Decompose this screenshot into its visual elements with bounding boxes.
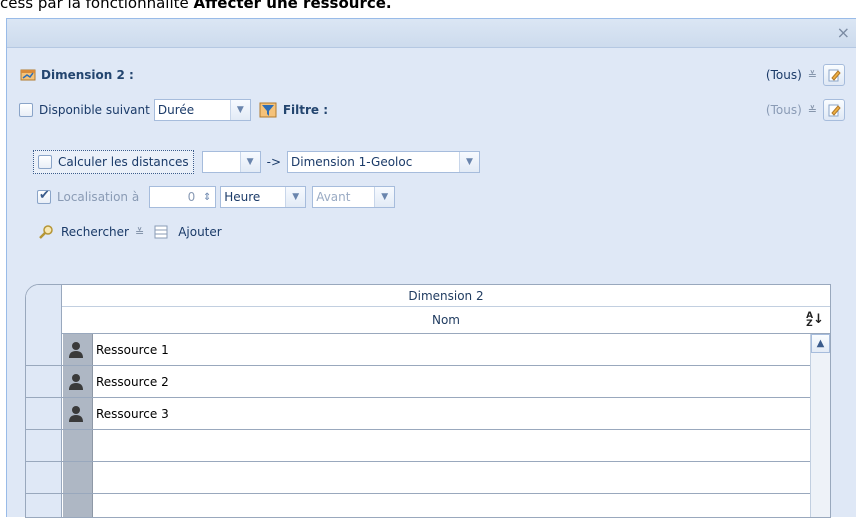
table-row[interactable]: Ressource 2 — [26, 366, 830, 398]
title-bar: × — [7, 19, 856, 48]
actions-row: Rechercher ≚ Ajouter — [37, 220, 222, 244]
spinner-icon[interactable]: ⇕ — [199, 192, 215, 203]
table-row[interactable]: Ressource 3 — [26, 398, 830, 430]
table-row-empty — [26, 462, 830, 494]
dimension-expand-icon[interactable]: ≚ — [808, 69, 817, 82]
dimension-label: Dimension 2 : — [41, 68, 134, 82]
edit-icon — [828, 69, 841, 82]
localisation-when: Avant — [316, 190, 351, 204]
localisation-unit-combo[interactable]: Heure ▼ — [220, 186, 307, 208]
dimension-edit-button[interactable] — [823, 64, 845, 86]
sort-icon[interactable]: A Z↓ — [806, 312, 824, 329]
dispo-combo-value: Durée — [157, 103, 195, 117]
column-header-nom[interactable]: Nom A Z↓ — [62, 307, 830, 334]
chevron-down-icon[interactable]: ▼ — [239, 152, 260, 172]
localisation-spinner[interactable]: 0 ⇕ — [149, 186, 217, 208]
dimension-row: Dimension 2 : (Tous) ≚ — [19, 63, 845, 87]
resource-grid: Dimension 2 Nom A Z↓ Ressource 1 Ressourc… — [25, 284, 831, 518]
table-row-empty — [26, 430, 830, 462]
localisation-when-combo[interactable]: Avant ▼ — [312, 186, 396, 208]
localisation-unit: Heure — [224, 190, 261, 204]
edit-icon — [828, 104, 841, 117]
search-expand-icon[interactable]: ≚ — [135, 226, 144, 239]
localisation-value: 0 — [187, 190, 196, 204]
chevron-down-icon[interactable]: ▼ — [459, 152, 480, 172]
distances-arrow: -> — [266, 155, 282, 169]
top-text: cess par la fonctionnalité Affecter une … — [0, 0, 392, 14]
distances-label: Calculer les distances — [58, 155, 189, 169]
scroll-up-icon[interactable]: ▲ — [811, 334, 830, 353]
add-icon[interactable] — [152, 223, 170, 241]
group-header: Dimension 2 — [62, 285, 830, 307]
filtre-edit-button[interactable] — [823, 99, 845, 121]
top-text-prefix: cess par la fonctionnalité — [0, 0, 194, 12]
top-text-bold: Affecter une ressource. — [193, 0, 392, 12]
filtre-value: (Tous) — [765, 103, 802, 117]
person-icon — [67, 341, 85, 359]
distances-target-value: Dimension 1-Geoloc — [291, 155, 413, 169]
person-icon — [67, 373, 85, 391]
filtre-label: Filtre : — [282, 103, 329, 117]
group-header-label: Dimension 2 — [408, 288, 484, 303]
resource-panel: × Dimension 2 : (Tous) ≚ Disponible suiv… — [6, 18, 856, 518]
row-name: Ressource 2 — [96, 374, 169, 389]
dimension-icon — [19, 66, 37, 84]
person-icon — [67, 405, 85, 423]
distances-checkbox[interactable] — [38, 155, 52, 169]
localisation-checkbox[interactable] — [37, 188, 51, 204]
vertical-scrollbar[interactable]: ▲ — [810, 334, 830, 517]
chevron-down-icon[interactable]: ▼ — [374, 187, 395, 207]
column-header-label: Nom — [431, 313, 460, 327]
distances-target-combo[interactable]: Dimension 1-Geoloc ▼ — [287, 151, 481, 173]
row-name: Ressource 1 — [96, 342, 169, 357]
dispo-checkbox[interactable] — [19, 103, 33, 117]
localisation-label: Localisation à — [57, 190, 140, 204]
chevron-down-icon[interactable]: ▼ — [229, 100, 250, 120]
filtre-expand-icon[interactable]: ≚ — [808, 104, 817, 117]
dispo-combo[interactable]: Durée ▼ — [153, 99, 251, 121]
search-button[interactable]: Rechercher — [61, 225, 129, 239]
dimension-value: (Tous) — [765, 68, 802, 82]
dispo-label: Disponible suivant — [39, 103, 150, 117]
dispo-row: Disponible suivant Durée ▼ Filtre : (Tou… — [19, 98, 845, 122]
localisation-row: Localisation à 0 ⇕ Heure ▼ Avant ▼ — [37, 185, 396, 209]
chevron-down-icon[interactable]: ▼ — [285, 187, 306, 207]
search-icon[interactable] — [37, 223, 55, 241]
close-icon[interactable]: × — [837, 23, 850, 42]
distances-row: Calculer les distances ▼ -> Dimension 1-… — [33, 150, 481, 174]
filter-icon — [257, 99, 279, 121]
distances-toggle[interactable]: Calculer les distances — [33, 150, 194, 174]
table-row-empty — [26, 494, 830, 517]
add-button[interactable]: Ajouter — [178, 225, 222, 239]
row-name: Ressource 3 — [96, 406, 169, 421]
distances-combo[interactable]: ▼ — [201, 151, 261, 173]
table-row[interactable]: Ressource 1 — [26, 334, 830, 366]
